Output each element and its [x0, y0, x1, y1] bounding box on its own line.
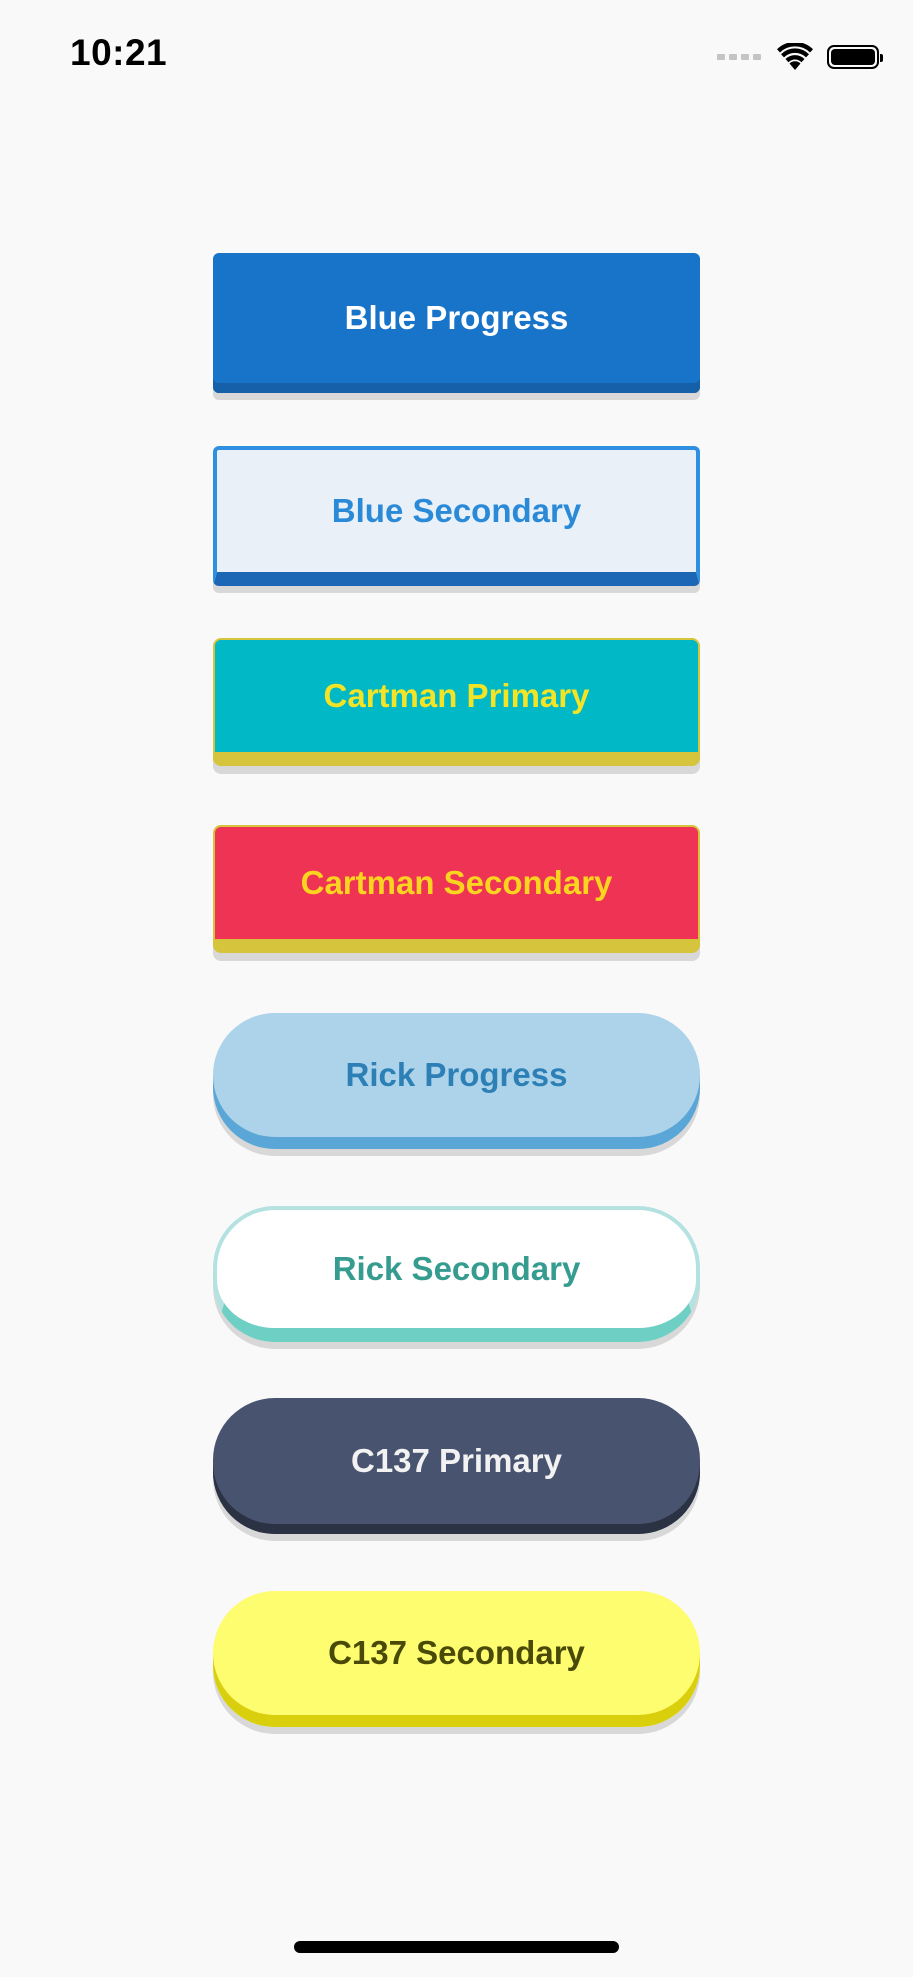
button-label: Rick Secondary [332, 1250, 581, 1287]
c137-secondary-button[interactable]: C137 Secondary [213, 1591, 700, 1727]
cellular-signal-icon [717, 54, 761, 60]
rick-progress-button[interactable]: Rick Progress [213, 1013, 700, 1149]
blue-progress-button-wrap: Blue Progress [213, 253, 700, 393]
battery-icon [827, 45, 883, 69]
button-label: Cartman Primary [323, 677, 590, 714]
c137-secondary-button-wrap: C137 Secondary [213, 1591, 700, 1727]
cartman-primary-button-wrap: Cartman Primary [213, 638, 700, 766]
rick-progress-button-wrap: Rick Progress [213, 1013, 700, 1149]
status-icons [717, 40, 883, 74]
rick-secondary-button[interactable]: Rick Secondary [213, 1206, 700, 1342]
button-label: Blue Secondary [331, 492, 582, 529]
cartman-primary-button[interactable]: Cartman Primary [213, 638, 700, 766]
blue-secondary-button[interactable]: Blue Secondary [213, 446, 700, 586]
button-label: Cartman Secondary [300, 864, 613, 901]
c137-primary-button[interactable]: C137 Primary [213, 1398, 700, 1534]
blue-secondary-button-wrap: Blue Secondary [213, 446, 700, 586]
cartman-secondary-button[interactable]: Cartman Secondary [213, 825, 700, 953]
cartman-secondary-button-wrap: Cartman Secondary [213, 825, 700, 953]
button-label: C137 Primary [351, 1442, 562, 1479]
status-bar: 10:21 [0, 0, 913, 110]
status-time: 10:21 [70, 32, 168, 73]
button-label: Blue Progress [344, 299, 569, 336]
button-label: C137 Secondary [328, 1634, 585, 1671]
rick-secondary-button-wrap: Rick Secondary [213, 1206, 700, 1342]
wifi-icon [777, 43, 813, 70]
button-label: Rick Progress [345, 1056, 568, 1093]
blue-progress-button[interactable]: Blue Progress [213, 253, 700, 393]
c137-primary-button-wrap: C137 Primary [213, 1398, 700, 1534]
home-indicator[interactable] [294, 1941, 619, 1953]
